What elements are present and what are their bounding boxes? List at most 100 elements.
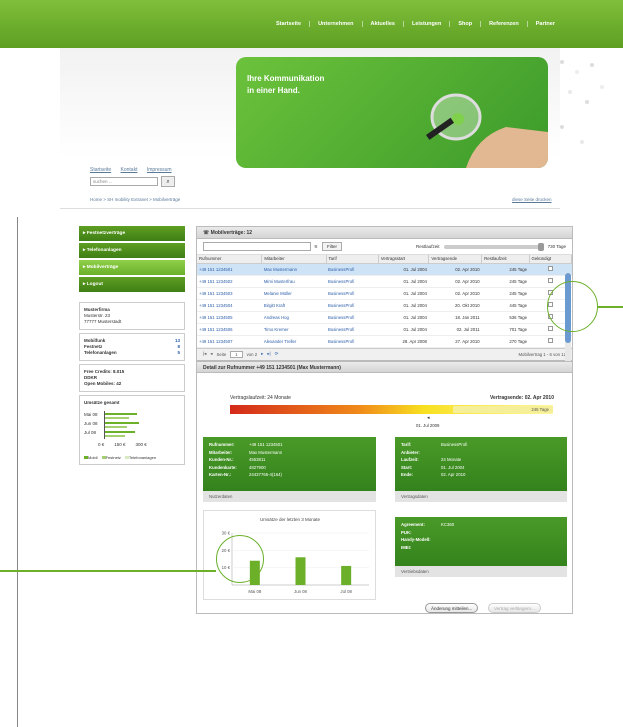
device-card: Agreement: KC360 PUK: Handy-Modell: IMEI: Ve… (395, 517, 567, 577)
topnav-item[interactable]: Leistungen (402, 21, 449, 27)
card-row: Laufzeit: 24 Monate (401, 456, 561, 464)
counts-box: Mobilfunk 13 Festnetz 8 Telefonanlagen 5 (79, 333, 185, 361)
card-row: Rufnummer: +49 151 1234501 (209, 441, 370, 449)
panel-title: ☏ Mobilverträge: 12 (197, 227, 572, 239)
filter-icon: ⚟ (314, 243, 319, 249)
last-page-icon[interactable]: ▸| (267, 351, 270, 357)
table-cell: +49 151 1234504 (197, 299, 262, 312)
card-key: Tarif: (401, 442, 412, 447)
search-input[interactable]: suchen ... (90, 177, 158, 186)
cancelled-checkbox[interactable] (547, 338, 553, 343)
table-cell: BusinessProfi (326, 299, 379, 312)
slider-handle[interactable] (537, 242, 544, 251)
card-key: PUK: (401, 529, 412, 535)
card-value: 4827900 (249, 464, 266, 470)
filter-button[interactable]: Filter (322, 242, 343, 251)
legend-item: Telefonanlagen (124, 455, 156, 461)
card-row: Agreement: KC360 (401, 521, 561, 529)
sidebar-item-logout[interactable]: ▸ Logout (79, 277, 185, 292)
card-row: Anbieter: (401, 449, 561, 457)
column-header[interactable]: Vertragsstart (378, 255, 430, 264)
device-card-footer: Vertriebsdaten (395, 566, 567, 577)
x-tick-label: Jul 08 (340, 589, 352, 594)
sidebar-item-festnetz[interactable]: ▸ Festnetzverträge (79, 226, 185, 241)
callout-circle-checkbox (547, 281, 598, 332)
card-row: Handy-Modell: (401, 536, 561, 544)
sidebar-item-telefonanlagen[interactable]: ▸ Telefonanlagen (79, 243, 185, 258)
utility-link-contact[interactable]: Kontakt (121, 167, 138, 173)
print-link[interactable]: diese Seite drucken (512, 197, 552, 202)
page-input[interactable]: 1 (230, 350, 243, 358)
column-header[interactable]: Vertragsende (428, 255, 483, 264)
table-row[interactable]: +49 151 1234506 Timo Kremer BusinessProfi 0… (197, 323, 572, 336)
table-cell: 01. Jul 2004 (378, 275, 429, 288)
topnav-item[interactable]: Aktuelles (361, 21, 403, 27)
count-value[interactable]: 5 (177, 350, 180, 356)
header-divider (60, 208, 560, 209)
column-header[interactable]: Mitarbeiter (261, 255, 327, 264)
table-cell: 01. Jul 2004 (378, 299, 429, 312)
card-key: Karten-Nr.: (209, 472, 232, 477)
topnav-item[interactable]: Unternehmen (309, 21, 361, 27)
card-key: Agreement: (401, 522, 425, 527)
table-row[interactable]: +49 151 1234507 Alexander Treller Business… (197, 335, 572, 348)
topnav-item[interactable]: Startseite (268, 21, 309, 27)
count-label: Telefonanlagen (84, 350, 117, 355)
company-street: Musterstr. 23 (84, 313, 111, 318)
top-navigation: Startseite Unternehmen Aktuelles Leistungen… (0, 0, 623, 48)
chart-bar (295, 557, 306, 585)
table-cell: 445 Tage (481, 299, 530, 312)
table-cell: 01. Jul 2004 (378, 323, 429, 336)
cancelled-checkbox[interactable] (547, 326, 553, 331)
grid-toolbar: ⚟ Filter Restlaufzeit 730 Tage (197, 239, 572, 255)
column-header[interactable]: Rufnummer (197, 255, 263, 264)
table-row[interactable]: +49 151 1234502 Mimi Musterfrau BusinessPr… (197, 275, 572, 288)
revenue-tick: 150 € (114, 442, 126, 447)
card-value: +49 151 1234501 (249, 442, 283, 447)
free-credits: Free Credits: 8.015 (84, 369, 125, 374)
first-page-icon[interactable]: |◂ (203, 351, 206, 357)
table-cell: BusinessProfi (326, 263, 379, 276)
table-cell: +49 151 1234502 (197, 275, 262, 288)
table-row[interactable]: +49 151 1234503 Melanie Müller BusinessPro… (197, 287, 572, 300)
prev-page-icon[interactable]: ◂ (210, 351, 212, 357)
ddkr-label: DDKR (84, 375, 97, 380)
pager-status: Mobilvertrag 1 - 6 von 12 (518, 351, 566, 357)
topnav-item[interactable]: Shop (449, 21, 480, 27)
refresh-icon[interactable]: ⟳ (275, 351, 279, 357)
search-button[interactable]: ⌕ (161, 176, 175, 187)
table-cell: 02. Apr 2010 (428, 275, 482, 288)
column-header[interactable]: Tarif (326, 255, 379, 264)
topnav-item[interactable]: Partner (526, 21, 563, 27)
sidebar: ▸ Festnetzverträge ▸ Telefonanlagen ▸ Mo… (79, 226, 185, 465)
card-key: Start: (401, 464, 413, 470)
table-cell: BusinessProfi (326, 335, 379, 348)
utility-link-imprint[interactable]: Impressum (147, 167, 172, 173)
card-row: IMEI: (401, 544, 561, 552)
table-cell: 02. Jul 2011 (428, 323, 482, 336)
card-key: Kunden-Nr.: (209, 457, 234, 462)
extend-contract-button[interactable]: Vertrag verlängern... (488, 603, 541, 613)
sidebar-item-mobil[interactable]: ▸ Mobilverträge (79, 260, 185, 275)
report-change-button[interactable]: Änderung mitteilen... (425, 603, 479, 613)
utility-link-home[interactable]: Startseite (90, 167, 111, 173)
table-cell: 20. Okt 2010 (428, 299, 482, 312)
runtime-slider[interactable] (443, 242, 544, 251)
column-header[interactable]: Gekündigt (529, 255, 573, 264)
card-key: Rufnummer: (209, 442, 235, 447)
next-page-icon[interactable]: ▸ (261, 351, 263, 357)
contract-card: Tarif: BusinessProfi Anbieter: Laufzeit: 24 … (395, 437, 567, 502)
table-row[interactable]: +49 151 1234501 Max Mustermann BusinessPro… (197, 263, 572, 276)
topnav-item[interactable]: Referenzen (480, 21, 527, 27)
cancelled-checkbox[interactable] (547, 266, 553, 271)
column-header[interactable]: Restlaufzeit (481, 255, 530, 264)
callout-circle-chart (216, 535, 264, 583)
breadcrumb[interactable]: Home > SH mobility Extranet > Mobilvertr… (90, 197, 180, 202)
table-row[interactable]: +49 151 1234505 Andreas Hog BusinessProfi 0… (197, 311, 572, 324)
date-pointer: ◂ (427, 415, 430, 421)
x-tick-label: Mai 08 (248, 589, 262, 594)
table-row[interactable]: +49 151 1234504 Birgitt Kraft BusinessProf… (197, 299, 572, 312)
cancelled-checkbox[interactable] (547, 278, 553, 283)
filter-input[interactable] (203, 242, 311, 251)
company-name: Musterfirma (84, 307, 110, 312)
